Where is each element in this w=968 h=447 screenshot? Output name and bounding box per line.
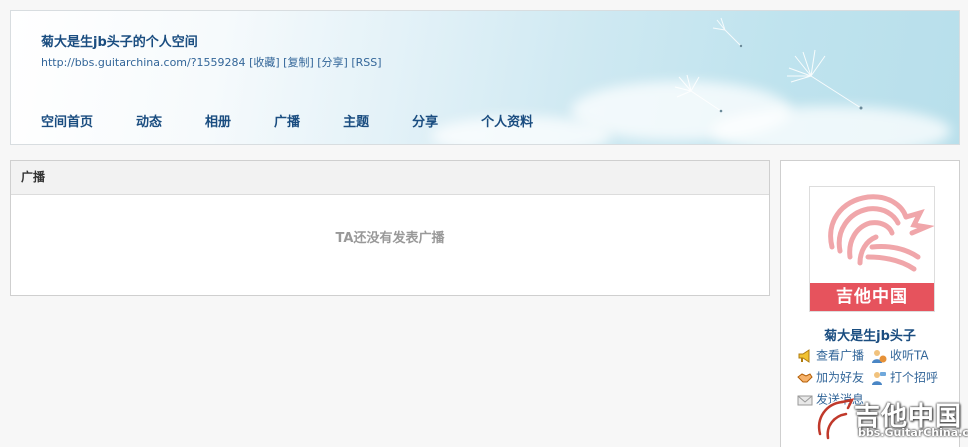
- add-friend-link[interactable]: 加为好友: [797, 369, 864, 385]
- copy-link[interactable]: [复制]: [283, 56, 314, 69]
- nav-item-home[interactable]: 空间首页: [41, 111, 93, 130]
- favorite-link[interactable]: [收藏]: [249, 56, 280, 69]
- dandelion-icon: [787, 49, 863, 110]
- user-greet-icon: [872, 371, 886, 385]
- panel-title: 广播: [11, 161, 769, 195]
- nav-item-profile[interactable]: 个人资料: [481, 111, 533, 130]
- profile-name[interactable]: 菊大是生jb头子: [781, 325, 959, 344]
- nav-item-broadcast[interactable]: 广播: [274, 111, 300, 130]
- nav-item-topics[interactable]: 主题: [343, 111, 369, 130]
- rss-link[interactable]: [RSS]: [351, 56, 381, 69]
- avatar-caption: 吉他中国: [810, 283, 934, 311]
- broadcast-panel: 广播 TA还没有发表广播: [10, 160, 770, 296]
- space-header: 菊大是生jb头子的个人空间 http://bbs.guitarchina.com…: [10, 10, 960, 145]
- nav-item-album[interactable]: 相册: [205, 111, 231, 130]
- handshake-icon: [797, 372, 813, 382]
- space-nav: 空间首页 动态 相册 广播 主题 分享 个人资料: [41, 111, 576, 130]
- avatar[interactable]: 吉他中国: [809, 186, 935, 312]
- dandelion-icon: [674, 74, 723, 113]
- nav-item-share[interactable]: 分享: [412, 111, 438, 130]
- watermark-url: bbs.GuitarChina.com: [858, 426, 968, 439]
- site-watermark: 吉他中国 bbs.GuitarChina.com: [812, 394, 968, 446]
- megaphone-icon: [798, 348, 810, 363]
- user-follow-icon: [872, 349, 887, 363]
- envelope-icon: [797, 395, 813, 405]
- nav-item-feed[interactable]: 动态: [136, 111, 162, 130]
- empty-message: TA还没有发表广播: [335, 231, 445, 246]
- share-link[interactable]: [分享]: [317, 56, 348, 69]
- greet-link[interactable]: 打个招呼: [871, 369, 938, 385]
- view-broadcast-link[interactable]: 查看广播: [797, 347, 864, 363]
- watermark-logo-icon: [816, 398, 855, 441]
- space-url-row: http://bbs.guitarchina.com/?1559284 [收藏]…: [41, 54, 382, 70]
- space-title[interactable]: 菊大是生jb头子的个人空间: [41, 31, 198, 50]
- guitar-headstock-logo-icon: [828, 194, 934, 272]
- space-url-link[interactable]: http://bbs.guitarchina.com/?1559284: [41, 56, 246, 69]
- dandelion-icon: [712, 17, 743, 48]
- follow-link[interactable]: 收听TA: [871, 347, 929, 363]
